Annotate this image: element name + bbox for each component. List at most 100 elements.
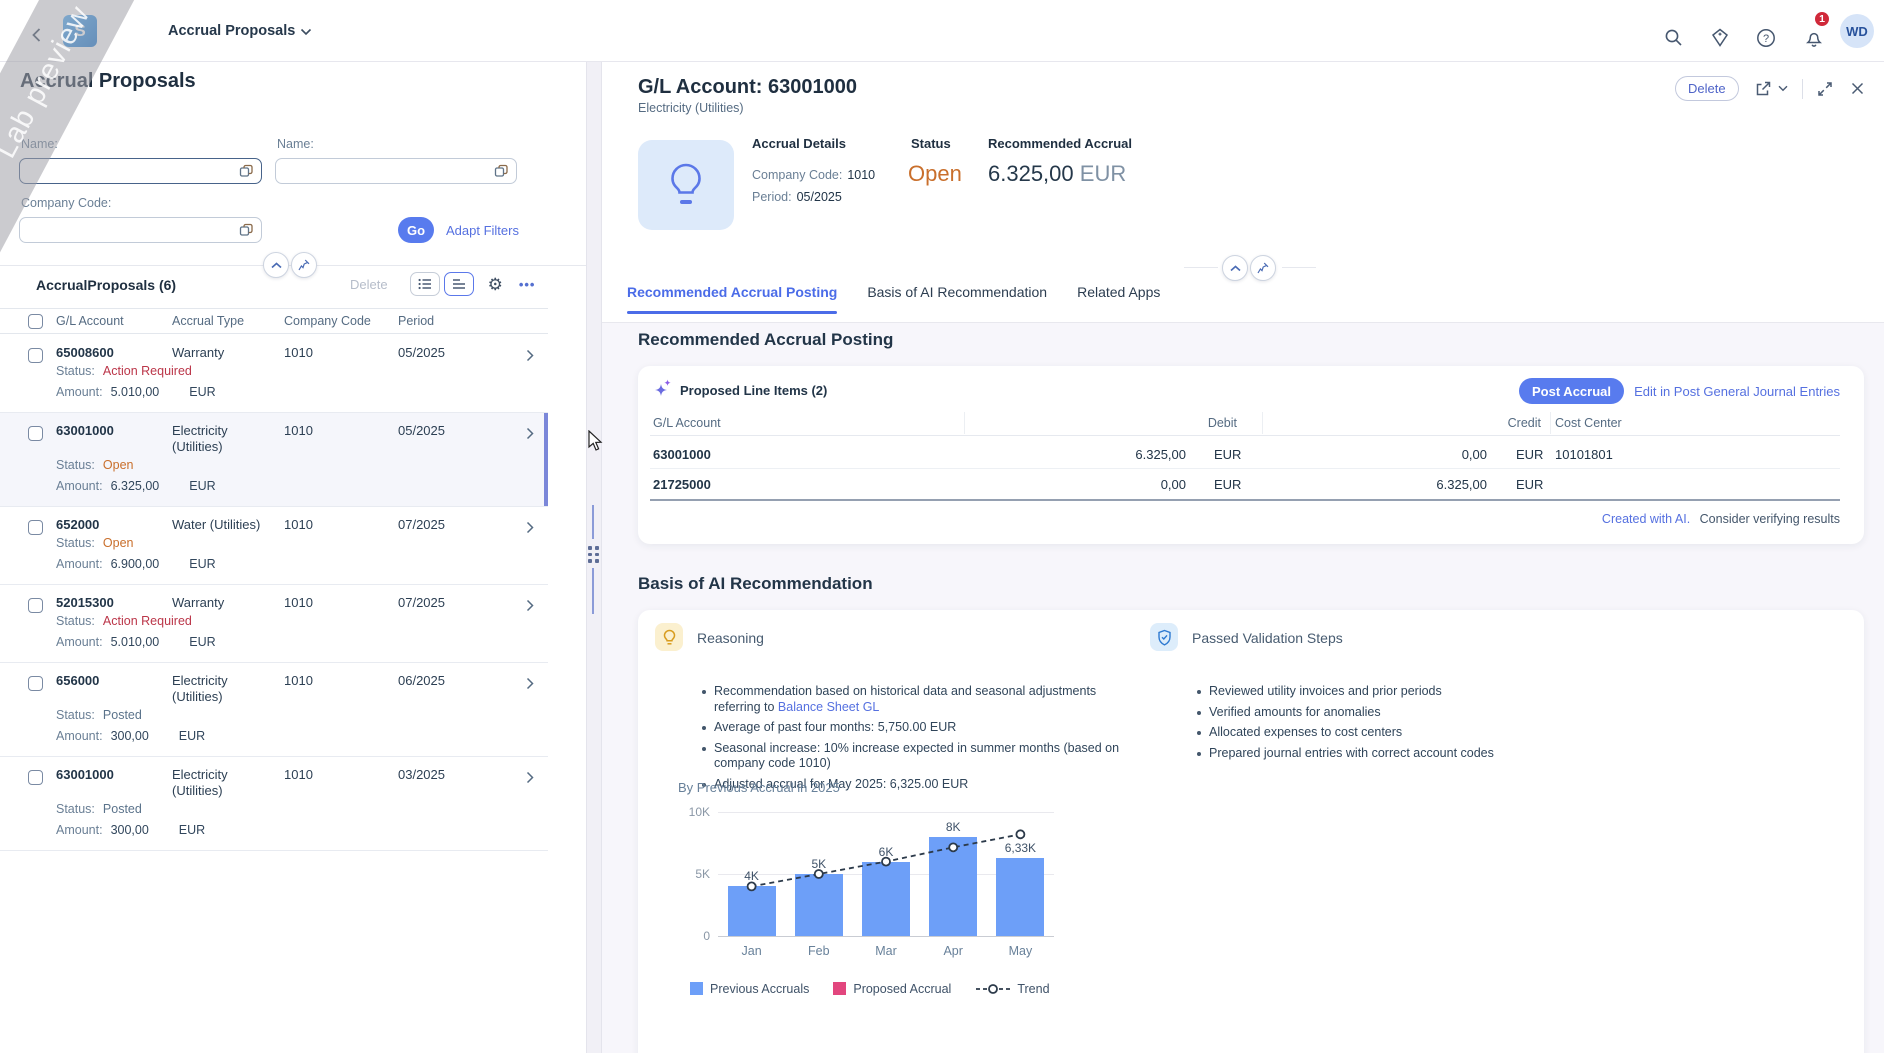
reasoning-bullet: Recommendation based on historical data …: [700, 684, 1180, 715]
ai-sparkle-icon: [652, 378, 674, 402]
row-status: Status:Posted: [56, 799, 548, 820]
help-icon[interactable]: ?: [1756, 28, 1776, 48]
chart-x-tick: Jan: [722, 944, 782, 958]
shell-bar: S Accrual Proposals ? 1 WD: [0, 0, 1884, 62]
basis-section-heading: Basis of AI Recommendation: [638, 574, 873, 594]
collapse-header-button[interactable]: [263, 252, 289, 278]
cell-gl-account: 652000: [56, 517, 172, 533]
assistant-diamond-icon[interactable]: [1710, 28, 1730, 47]
proposed-line-items-card: Proposed Line Items (2) Post Accrual Edi…: [638, 366, 1864, 544]
cell-company-code: 1010: [284, 673, 398, 689]
close-icon[interactable]: [1851, 82, 1864, 95]
tab-basis-of-ai-recommendation[interactable]: Basis of AI Recommendation: [867, 284, 1047, 314]
chart-x-tick: May: [990, 944, 1050, 958]
select-all-checkbox[interactable]: [28, 314, 43, 329]
title-chevron-down-icon[interactable]: [300, 28, 312, 36]
chart-x-tick: Apr: [923, 944, 983, 958]
tab-related-apps[interactable]: Related Apps: [1077, 284, 1160, 314]
posting-col-credit: Credit: [1272, 416, 1541, 430]
detail-pin-button[interactable]: [1250, 255, 1276, 281]
adapt-filters-link[interactable]: Adapt Filters: [446, 223, 519, 238]
view-toggle-detail-icon[interactable]: [444, 272, 474, 296]
table-row[interactable]: 63001000Electricity (Utilities)101003/20…: [0, 757, 548, 851]
pin-header-button[interactable]: [291, 252, 317, 278]
validation-bullet: Reviewed utility invoices and prior peri…: [1195, 684, 1755, 700]
recommended-accrual-value: 6.325,00 EUR: [988, 161, 1126, 187]
value-help-icon[interactable]: [239, 164, 254, 178]
col-period: Period: [398, 314, 524, 328]
table-row[interactable]: 656000Electricity (Utilities)101006/2025…: [0, 663, 548, 757]
tab-recommended-accrual-posting[interactable]: Recommended Accrual Posting: [627, 284, 837, 314]
cell-accrual-type: Electricity (Utilities): [172, 673, 284, 705]
go-button[interactable]: Go: [398, 217, 434, 243]
list-delete-button[interactable]: Delete: [350, 277, 388, 292]
ai-footnote: Created with AI. Consider verifying resu…: [1602, 512, 1840, 526]
splitter-accent: [592, 568, 594, 614]
table-row[interactable]: 65008600Warranty101005/2025Status:Action…: [0, 335, 548, 413]
pin-icon: [1257, 262, 1269, 274]
app-title[interactable]: Accrual Proposals: [168, 23, 295, 39]
expand-icon[interactable]: [1817, 81, 1833, 97]
row-checkbox[interactable]: [28, 348, 43, 363]
company-code-label: Company Code:: [21, 196, 111, 210]
posting-col-cost-center: Cost Center: [1555, 416, 1622, 430]
back-button[interactable]: [30, 26, 43, 44]
name-input-1[interactable]: [19, 158, 262, 184]
value-help-icon[interactable]: [239, 223, 254, 237]
cell-period: 07/2025: [398, 517, 524, 533]
share-icon[interactable]: [1755, 80, 1772, 97]
detail-delete-button[interactable]: Delete: [1675, 76, 1739, 101]
edit-journal-entries-link[interactable]: Edit in Post General Journal Entries: [1634, 384, 1840, 399]
validation-bullet: Allocated expenses to cost centers: [1195, 725, 1755, 741]
cell-accrual-type: Warranty: [172, 345, 284, 361]
name-input-2-field[interactable]: [276, 159, 494, 183]
row-checkbox[interactable]: [28, 598, 43, 613]
legend-previous-accruals: Previous Accruals: [690, 982, 809, 996]
detail-collapse-button[interactable]: [1222, 255, 1248, 281]
avatar[interactable]: WD: [1840, 14, 1874, 48]
name-input-1-field[interactable]: [20, 159, 239, 183]
row-checkbox[interactable]: [28, 770, 43, 785]
created-with-ai-link[interactable]: Created with AI.: [1602, 512, 1690, 526]
post-accrual-button[interactable]: Post Accrual: [1519, 378, 1624, 404]
row-amount: Amount:6.900,00EUR: [56, 554, 548, 575]
col-accrual-type: Accrual Type: [172, 314, 284, 328]
chart-legend: Previous AccrualsProposed AccrualTrend: [690, 982, 1050, 996]
value-help-icon[interactable]: [494, 164, 509, 178]
app-logo[interactable]: S: [63, 15, 97, 47]
row-amount: Amount:300,00EUR: [56, 726, 548, 747]
list-overflow-icon[interactable]: •••: [519, 277, 536, 292]
posting-credit-unit: EUR: [1516, 477, 1543, 492]
list-rows: 65008600Warranty101005/2025Status:Action…: [0, 335, 548, 851]
chart-trend-line: [718, 812, 1054, 936]
splitter-grip[interactable]: [588, 546, 599, 563]
posting-credit: 0,00: [1272, 447, 1487, 462]
validation-bullet: Verified amounts for anomalies: [1195, 705, 1755, 721]
chevron-right-icon: [526, 349, 534, 362]
name-input-2[interactable]: [275, 158, 517, 184]
legend-trend: Trend: [975, 982, 1049, 996]
table-row[interactable]: 63001000Electricity (Utilities)101005/20…: [0, 413, 548, 507]
search-icon[interactable]: [1664, 28, 1683, 47]
chevron-up-icon: [1230, 265, 1241, 272]
table-row[interactable]: 52015300Warranty101007/2025Status:Action…: [0, 585, 548, 663]
list-settings-gear-icon[interactable]: ⚙: [488, 276, 503, 293]
period-row: Period:05/2025: [752, 190, 842, 204]
notifications-bell-icon[interactable]: [1804, 28, 1824, 49]
posting-debit-unit: EUR: [1214, 447, 1241, 462]
row-checkbox[interactable]: [28, 676, 43, 691]
posting-account: 21725000: [653, 477, 711, 492]
view-toggle-list-icon[interactable]: [410, 272, 440, 296]
row-checkbox[interactable]: [28, 426, 43, 441]
company-code-input[interactable]: [19, 217, 262, 243]
chart-y-tick: 0: [676, 929, 710, 943]
row-status: Status:Open: [56, 455, 548, 476]
row-checkbox[interactable]: [28, 520, 43, 535]
back-arrow-icon: [30, 26, 43, 44]
chevron-right-icon: [526, 677, 534, 690]
company-code-field[interactable]: [20, 218, 239, 242]
table-row[interactable]: 652000Water (Utilities)101007/2025Status…: [0, 507, 548, 585]
reasoning-bullet: Seasonal increase: 10% increase expected…: [700, 741, 1180, 772]
balance-sheet-gl-link[interactable]: Balance Sheet GL: [778, 700, 879, 714]
share-chevron-down-icon[interactable]: [1778, 85, 1788, 92]
